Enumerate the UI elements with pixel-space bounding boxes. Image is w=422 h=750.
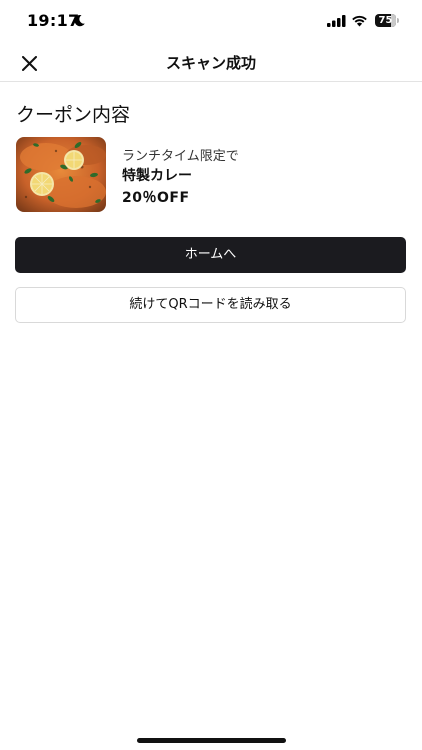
coupon-card: ランチタイム限定で 特製カレー 20％OFF xyxy=(16,137,406,212)
home-indicator xyxy=(137,738,286,743)
wifi-icon xyxy=(352,15,367,27)
coupon-discount: 20％OFF xyxy=(122,190,190,206)
coupon-image xyxy=(16,137,106,212)
curry-food-icon xyxy=(16,137,106,212)
coupon-subtitle: ランチタイム限定で xyxy=(122,149,239,164)
battery-percentage: 75 xyxy=(378,15,393,26)
status-time: 19:17 xyxy=(27,11,80,30)
battery-icon: 75 xyxy=(375,14,399,27)
navigation-bar: スキャン成功 xyxy=(0,44,422,82)
coupon-name: 特製カレー xyxy=(122,168,192,184)
page-title: スキャン成功 xyxy=(165,54,256,72)
status-bar: 19:17 75 xyxy=(0,0,422,44)
rescan-qr-button[interactable]: 続けてQRコードを読み取る xyxy=(15,287,406,323)
moon-icon xyxy=(74,15,85,27)
coupon-section-title: クーポン内容 xyxy=(16,104,131,126)
home-button[interactable]: ホームへ xyxy=(15,237,406,273)
cellular-signal-icon xyxy=(327,15,346,27)
